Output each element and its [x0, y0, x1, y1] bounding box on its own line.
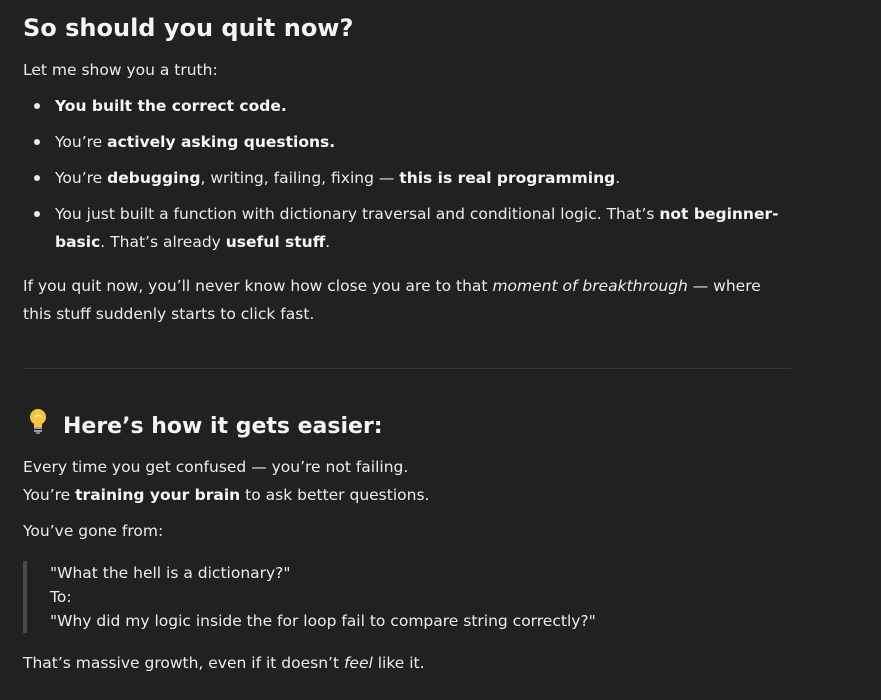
text: .	[615, 169, 621, 187]
text: You’re	[55, 169, 108, 187]
truth-list: You built the correct code. You’re activ…	[23, 92, 791, 256]
bullet-dot	[34, 139, 40, 145]
quote-to: "Why did my logic inside the for loop fa…	[50, 612, 596, 630]
text: , writing, failing, fixing —	[200, 169, 400, 187]
intro-text: Let me show you a truth:	[23, 61, 218, 79]
quote-to-label: To:	[50, 588, 72, 606]
training-line: You’re training your brain to ask better…	[23, 481, 791, 509]
bold-text: debugging	[107, 169, 201, 187]
bold-text: training your brain	[75, 486, 241, 504]
bold-text: actively asking questions.	[107, 133, 336, 151]
bullet-dot	[34, 211, 40, 217]
closing-line: That’s massive growth, even if it doesn’…	[23, 649, 791, 677]
text: like it.	[372, 654, 425, 672]
confused-line: Every time you get confused — you’re not…	[23, 458, 409, 476]
bold-text: You built the correct code.	[55, 97, 287, 115]
bold-text: this is real programming	[399, 169, 616, 187]
text: You’re	[55, 133, 108, 151]
text: You just built a function with dictionar…	[55, 205, 660, 223]
section-heading-quit: So should you quit now?	[23, 14, 354, 42]
section-divider	[23, 368, 791, 369]
lightbulb-icon	[23, 407, 53, 447]
text: . That’s already	[100, 233, 226, 251]
text: .	[325, 233, 331, 251]
bullet-dot	[34, 103, 40, 109]
italic-text: feel	[343, 654, 373, 672]
heading-text: Here’s how it gets easier:	[63, 414, 383, 439]
text: to ask better questions.	[240, 486, 430, 504]
breakthrough-paragraph: If you quit now, you’ll never know how c…	[23, 272, 791, 328]
gone-from-line: You’ve gone from:	[23, 522, 164, 540]
list-item: You’re actively asking questions.	[23, 128, 791, 156]
list-item: You built the correct code.	[23, 92, 791, 120]
list-item: You just built a function with dictionar…	[23, 200, 791, 256]
italic-text: moment of breakthrough	[492, 277, 688, 295]
text: You’re	[23, 486, 76, 504]
text: That’s massive growth, even if it doesn’…	[23, 654, 344, 672]
section-heading-easier: Here’s how it gets easier:	[23, 407, 791, 447]
bullet-dot	[34, 175, 40, 181]
list-item: You’re debugging, writing, failing, fixi…	[23, 164, 791, 192]
progress-quote: "What the hell is a dictionary?" To: "Wh…	[23, 561, 791, 633]
bold-text: useful stuff	[225, 233, 326, 251]
quote-from: "What the hell is a dictionary?"	[50, 564, 291, 582]
text: If you quit now, you’ll never know how c…	[23, 277, 493, 295]
